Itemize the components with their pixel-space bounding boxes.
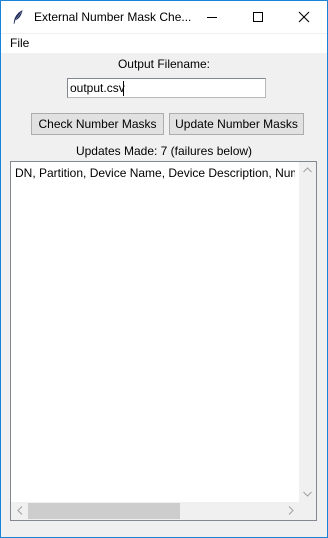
scroll-up-button[interactable] [299, 162, 316, 179]
scroll-right-button[interactable] [282, 502, 299, 520]
results-header-line: DN, Partition, Device Name, Device Descr… [15, 166, 295, 180]
updates-status-label: Updates Made: 7 (failures below) [75, 144, 253, 158]
vertical-scrollbar[interactable] [299, 162, 316, 503]
results-textbox[interactable]: DN, Partition, Device Name, Device Descr… [10, 161, 317, 521]
menu-bar: File [1, 34, 327, 53]
check-number-masks-button[interactable]: Check Number Masks [31, 113, 164, 135]
app-window: External Number Mask Che... File Output … [0, 0, 328, 538]
output-filename-label: Output Filename: [117, 57, 211, 71]
window-title: External Number Mask Che... [34, 10, 192, 24]
minimize-button[interactable] [189, 1, 235, 33]
chevron-up-icon [303, 167, 312, 173]
menu-file[interactable]: File [10, 36, 29, 50]
feather-icon [10, 9, 26, 25]
scroll-down-button[interactable] [299, 486, 316, 503]
maximize-button[interactable] [235, 1, 281, 33]
output-filename-input[interactable] [67, 78, 266, 98]
title-bar[interactable]: External Number Mask Che... [1, 1, 327, 33]
horizontal-scrollbar[interactable] [11, 502, 299, 520]
chevron-left-icon [17, 506, 23, 515]
text-cursor [123, 81, 124, 96]
close-button[interactable] [281, 1, 327, 33]
chevron-down-icon [303, 491, 312, 497]
scroll-left-button[interactable] [11, 502, 28, 520]
horizontal-scroll-thumb[interactable] [28, 503, 180, 519]
close-icon [298, 11, 310, 23]
minimize-icon [207, 17, 217, 18]
chevron-right-icon [288, 506, 294, 515]
scrollbar-corner [299, 503, 316, 520]
maximize-icon [253, 12, 263, 22]
update-number-masks-button[interactable]: Update Number Masks [169, 113, 304, 135]
